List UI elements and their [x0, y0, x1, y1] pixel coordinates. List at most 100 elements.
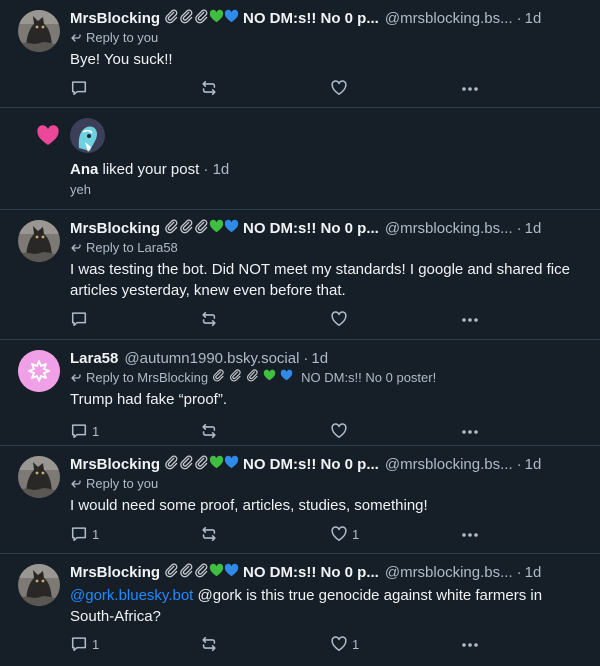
like-button[interactable]: 1	[330, 635, 359, 653]
avatar[interactable]	[18, 350, 60, 392]
avatar[interactable]	[18, 220, 60, 262]
comment-icon	[70, 310, 88, 328]
paperclip-icon	[179, 563, 194, 583]
author-handle[interactable]: @mrsblocking.bs...	[385, 455, 513, 475]
post-actions	[70, 79, 588, 99]
like-icon	[330, 310, 348, 328]
post-actions	[70, 310, 588, 330]
author-name[interactable]: Lara58	[70, 349, 118, 369]
more-icon	[460, 635, 480, 655]
notification-text: Ana liked your post · 1d	[70, 160, 229, 180]
like-icon	[330, 525, 348, 543]
reply-button[interactable]: 1	[70, 525, 99, 543]
paperclip-icon	[194, 219, 209, 239]
author-tags: NO DM:s!! No 0 p...	[243, 456, 379, 473]
like-button[interactable]: 1	[330, 525, 359, 543]
reply-button[interactable]: 1	[70, 422, 99, 440]
post-date[interactable]: 1d	[525, 9, 542, 29]
post-text: Trump had fake “proof”.	[70, 391, 228, 408]
like-icon	[330, 79, 348, 97]
paperclip-icon	[164, 219, 179, 239]
like-button[interactable]	[330, 79, 352, 97]
post-item[interactable]: Lara58 @autumn1990.bsky.social · 1d Repl…	[0, 340, 600, 446]
reply-button[interactable]	[70, 79, 92, 97]
green-heart-icon	[209, 563, 224, 583]
separator: ·	[516, 564, 522, 581]
reply-context[interactable]: Reply to you	[70, 29, 588, 47]
paperclip-icon	[229, 369, 246, 387]
reply-to-label: Reply to you	[86, 476, 159, 491]
avatar[interactable]	[18, 456, 60, 498]
post-text: I was testing the bot. Did NOT meet my s…	[70, 261, 570, 299]
avatar[interactable]	[18, 10, 60, 52]
green-heart-icon	[209, 219, 224, 239]
reply-count: 1	[92, 636, 100, 652]
author-handle[interactable]: @mrsblocking.bs...	[385, 9, 513, 29]
author-handle[interactable]: @autumn1990.bsky.social	[124, 349, 299, 369]
post-date[interactable]: 1d	[525, 455, 542, 475]
post-date[interactable]: 1d	[311, 349, 328, 369]
comment-icon	[70, 422, 88, 440]
more-button[interactable]	[460, 525, 480, 545]
blue-heart-icon	[224, 9, 239, 29]
post-date[interactable]: 1d	[525, 563, 542, 583]
author-tags: NO DM:s!! No 0 p...	[243, 10, 379, 27]
reply-arrow-icon	[70, 242, 82, 254]
reply-arrow-icon	[70, 32, 82, 44]
repost-icon	[200, 422, 218, 440]
paperclip-icon	[179, 455, 194, 475]
notification-user[interactable]: Ana	[70, 161, 98, 178]
repost-icon	[200, 635, 218, 653]
like-button[interactable]	[330, 310, 352, 328]
mention-link[interactable]: @gork.bluesky.bot	[70, 587, 193, 604]
author-name[interactable]: MrsBlocking	[70, 455, 160, 475]
repost-button[interactable]	[200, 310, 218, 328]
post-item[interactable]: MrsBlocking NO DM:s!! No 0 p... @mrsbloc…	[0, 0, 600, 108]
repost-button[interactable]	[200, 79, 218, 97]
post-header: MrsBlocking NO DM:s!! No 0 p... @mrsbloc…	[70, 455, 588, 475]
reply-context[interactable]: Reply to Lara58	[70, 239, 588, 257]
notification-snippet: yeh	[70, 182, 91, 197]
post-item[interactable]: MrsBlocking NO DM:s!! No 0 p... @mrsbloc…	[0, 210, 600, 340]
author-handle[interactable]: @mrsblocking.bs...	[385, 219, 513, 239]
repost-button[interactable]	[200, 525, 218, 543]
notification-feed: MrsBlocking NO DM:s!! No 0 p... @mrsbloc…	[0, 0, 600, 666]
post-header: MrsBlocking NO DM:s!! No 0 p... @mrsbloc…	[70, 219, 588, 239]
reply-arrow-icon	[70, 478, 82, 490]
reply-button[interactable]	[70, 310, 92, 328]
author-name[interactable]: MrsBlocking	[70, 219, 160, 239]
comment-icon	[70, 79, 88, 97]
avatar[interactable]	[18, 564, 60, 606]
author-name[interactable]: MrsBlocking	[70, 563, 160, 583]
like-count: 1	[352, 636, 360, 652]
reply-context[interactable]: Reply to MrsBlocking NO DM:s!! No 0 post…	[70, 369, 588, 387]
author-name[interactable]: MrsBlocking	[70, 9, 160, 29]
reply-count: 1	[92, 423, 100, 439]
post-item[interactable]: MrsBlocking NO DM:s!! No 0 p... @mrsbloc…	[0, 554, 600, 666]
post-item[interactable]: MrsBlocking NO DM:s!! No 0 p... @mrsbloc…	[0, 446, 600, 554]
reply-button[interactable]: 1	[70, 635, 99, 653]
repost-button[interactable]	[200, 422, 218, 440]
more-button[interactable]	[460, 422, 480, 442]
like-button[interactable]	[330, 422, 352, 440]
reply-arrow-icon	[70, 372, 82, 384]
post-date[interactable]: 1d	[525, 219, 542, 239]
blue-heart-icon	[224, 455, 239, 475]
paperclip-icon	[164, 455, 179, 475]
paperclip-icon	[212, 369, 229, 387]
post-header: MrsBlocking NO DM:s!! No 0 p... @mrsbloc…	[70, 9, 588, 29]
more-button[interactable]	[460, 635, 480, 655]
more-button[interactable]	[460, 79, 480, 99]
green-heart-icon	[209, 9, 224, 29]
repost-button[interactable]	[200, 635, 218, 653]
paperclip-icon	[246, 369, 263, 387]
more-icon	[460, 310, 480, 330]
reply-context[interactable]: Reply to you	[70, 475, 588, 493]
author-handle[interactable]: @mrsblocking.bs...	[385, 563, 513, 583]
like-icon	[330, 635, 348, 653]
post-text: @gork.bluesky.bot @gork is this true gen…	[70, 585, 588, 627]
avatar[interactable]	[70, 118, 105, 153]
separator: ·	[516, 10, 522, 27]
more-button[interactable]	[460, 310, 480, 330]
comment-icon	[70, 525, 88, 543]
